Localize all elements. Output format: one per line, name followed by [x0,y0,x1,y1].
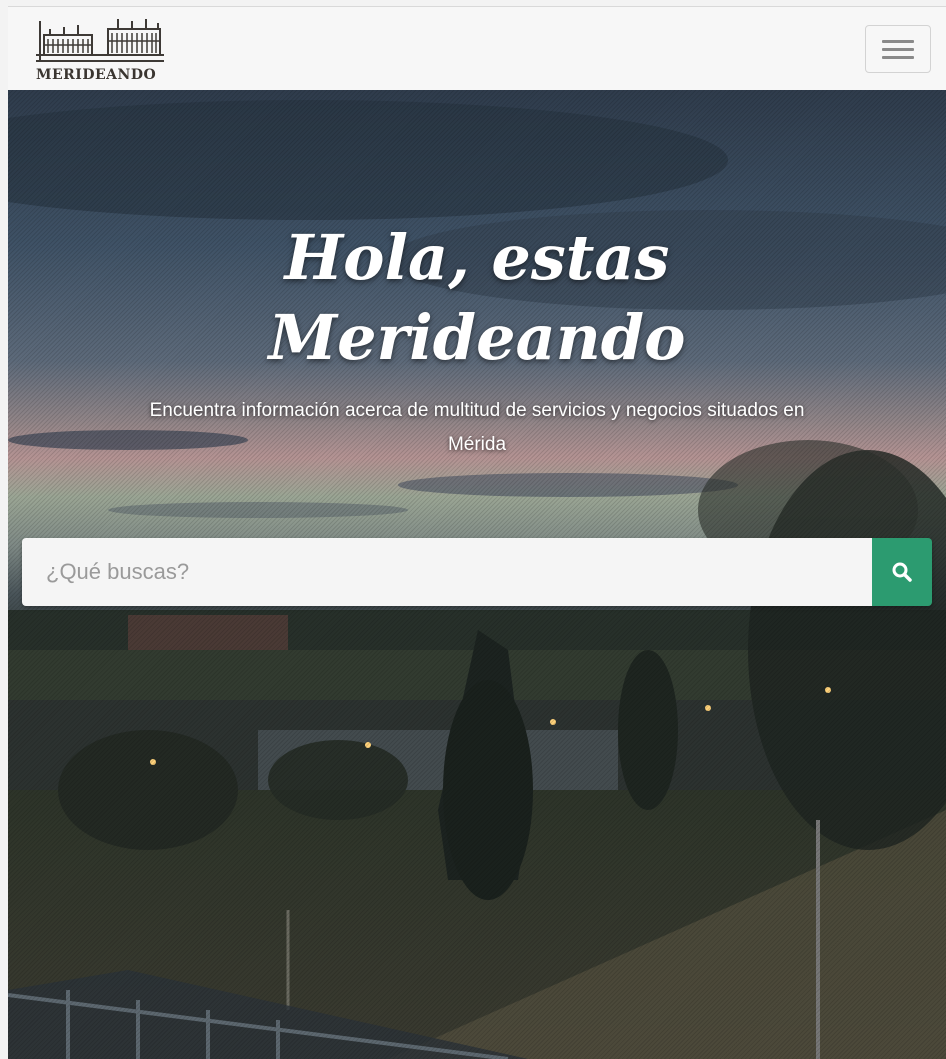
hero-subtitle: Encuentra información acerca de multitud… [149,400,805,455]
search-bar [22,538,932,606]
menu-toggle-button[interactable] [865,25,931,73]
search-button[interactable] [872,538,932,606]
logo[interactable]: MERIDEANDO [34,15,174,91]
search-icon [892,562,912,582]
hero-title: Hola, estas Merideando [8,218,946,378]
navbar: MERIDEANDO [8,6,946,90]
roman-theatre-logo-icon [36,19,164,62]
logo-text: MERIDEANDO [36,67,157,83]
hero-section: Hola, estas Merideando Encuentra informa… [8,90,946,1059]
search-input[interactable] [22,538,872,606]
page: MERIDEANDO Hola, estas Merideando Encuen… [0,0,946,1059]
hero-title-line2: Merideando [268,301,686,374]
hero-title-line1: Hola, estas [284,221,670,294]
